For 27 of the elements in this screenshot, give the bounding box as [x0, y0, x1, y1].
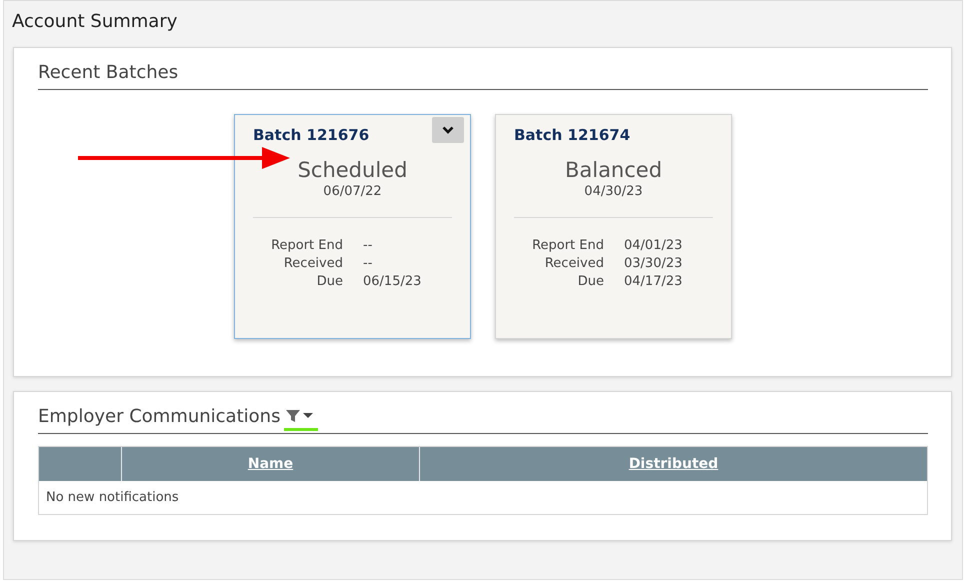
detail-value: 04/01/23	[624, 238, 684, 253]
batch-date: 06/07/22	[322, 184, 383, 199]
detail-label: Report End	[270, 238, 343, 253]
filter-button[interactable]	[284, 409, 318, 431]
detail-label: Due	[576, 274, 604, 289]
detail-label: Report End	[531, 238, 604, 253]
batch-title: Batch 121676	[253, 126, 370, 144]
detail-value: 04/17/23	[624, 274, 684, 289]
page-title: Account Summary	[12, 11, 178, 34]
card-menu-button[interactable]	[432, 117, 464, 143]
detail-value: 03/30/23	[624, 256, 684, 271]
detail-label: Received	[544, 256, 604, 271]
detail-value: --	[363, 256, 374, 271]
section-heading: Employer Communications	[38, 406, 280, 429]
batch-status: Scheduled	[296, 158, 408, 182]
batch-status: Balanced	[564, 158, 664, 182]
detail-value: --	[363, 238, 374, 253]
detail-label: Due	[316, 274, 343, 289]
batch-card[interactable]: Batch 121674 Balanced 04/30/23 Report End 04/01/23 Received 03/30/23 Due 04/17/23	[495, 114, 732, 339]
batch-date: 04/30/23	[583, 184, 644, 199]
detail-label: Received	[282, 256, 343, 271]
chevron-down-icon	[442, 126, 454, 134]
detail-value: 06/15/23	[363, 274, 422, 289]
batch-card[interactable]: Batch 121676 Scheduled 06/07/22 Report End -- Received -- Due 06/15/23	[234, 114, 471, 339]
empty-message: No new notifications	[45, 489, 180, 507]
batch-title: Batch 121674	[514, 126, 630, 144]
section-heading: Recent Batches	[38, 62, 928, 90]
